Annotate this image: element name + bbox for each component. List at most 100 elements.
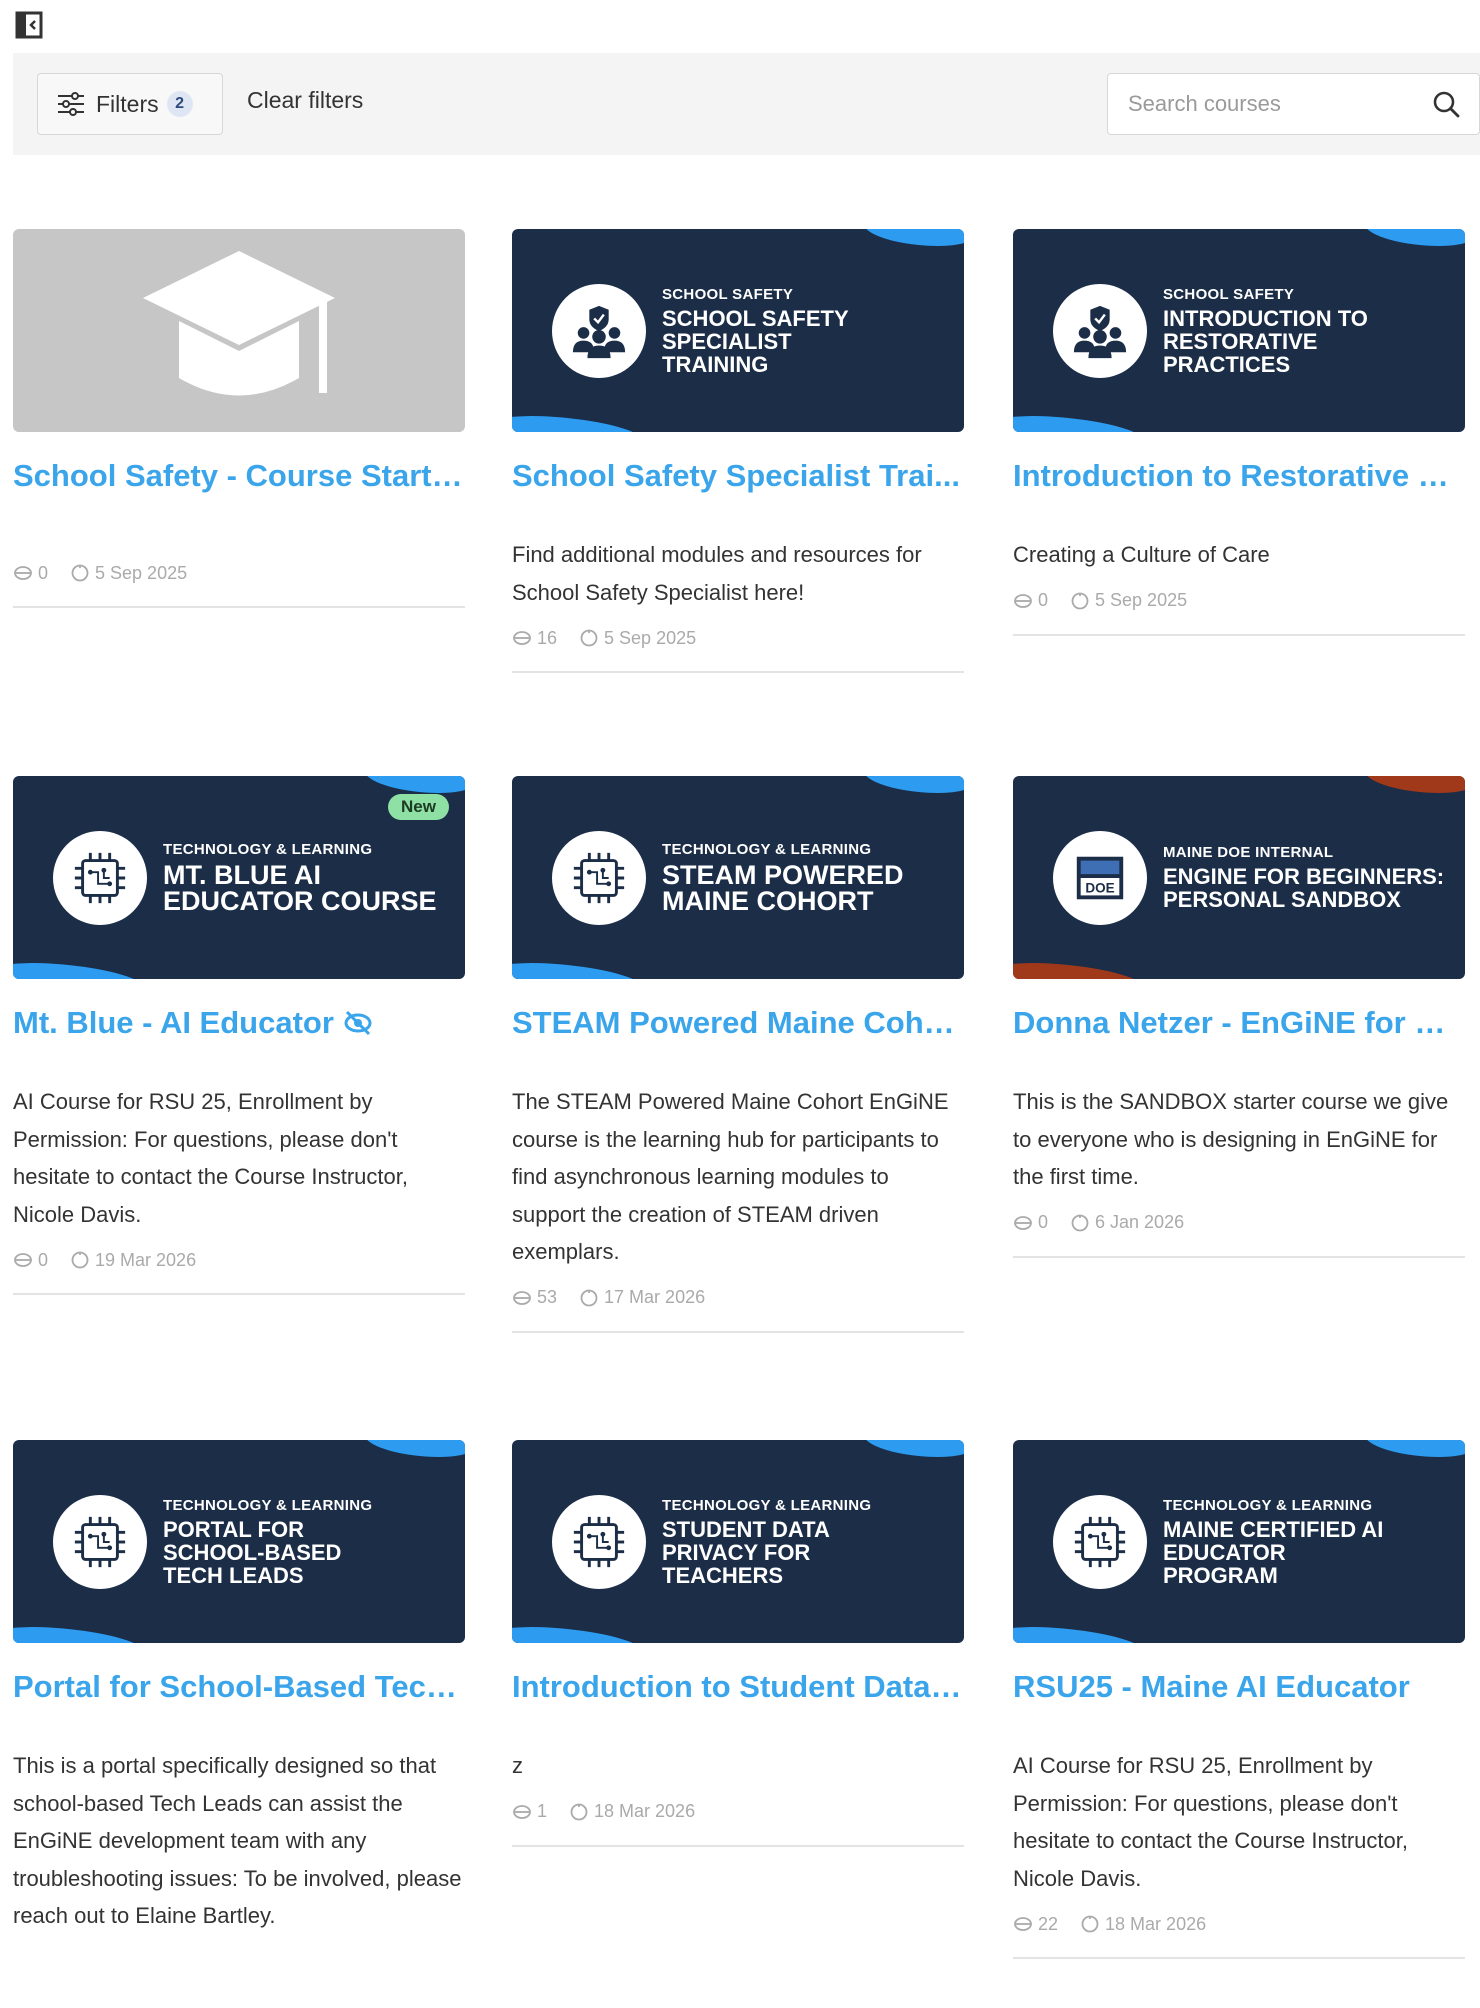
banner-heading: STUDENT DATA PRIVACY FOR TEACHERS (662, 1516, 830, 1588)
course-description: This is a portal specifically designed s… (13, 1753, 462, 1928)
course-date: 5 Sep 2025 (604, 627, 697, 648)
banner-text: TECHNOLOGY & LEARNING STUDENT DATA PRIVA… (662, 1440, 871, 1643)
banner-category: SCHOOL SAFETY (1163, 285, 1295, 303)
course-thumbnail[interactable]: SCHOOL SAFETY SCHOOL SAFETY SPECIALIST T… (512, 229, 964, 432)
date-icon (570, 1803, 588, 1820)
course-thumbnail[interactable]: TECHNOLOGY & LEARNING MAINE CERTIFIED AI… (1013, 1440, 1465, 1643)
divider (1013, 1957, 1465, 1959)
enrolled-count: 1 (537, 1801, 548, 1821)
course-title[interactable]: Mt. Blue - AI Educator (13, 1003, 465, 1043)
wave-decoration (512, 410, 644, 432)
course-meta: 53 17 Mar 2026 (512, 1285, 964, 1311)
course-date: 5 Sep 2025 (1095, 590, 1188, 610)
sliders-icon (58, 92, 84, 116)
date-icon (580, 629, 598, 647)
course-thumbnail[interactable]: TECHNOLOGY & LEARNING STEAM POWERED MAIN… (512, 776, 964, 979)
course-title-text: School Safety - Course Starte... (13, 458, 465, 493)
banner-heading: STEAM POWERED MAINE COHORT (662, 860, 904, 916)
enrolled-icon (1014, 1917, 1032, 1931)
course-title[interactable]: RSU25 - Maine AI Educator (1013, 1667, 1465, 1707)
enrolled-icon (1014, 1215, 1032, 1230)
course-card: TECHNOLOGY & LEARNING MAINE CERTIFIED AI… (1013, 1440, 1465, 1959)
course-title[interactable]: Portal for School-Based Tech... (13, 1667, 465, 1707)
course-card: DOE MAINE DOE INTERNAL ENGINE FOR BEGINN… (1013, 776, 1465, 1258)
divider (13, 606, 465, 608)
wave-decoration (1013, 1621, 1145, 1643)
banner-category: SCHOOL SAFETY (662, 285, 794, 303)
divider (13, 1293, 465, 1295)
banner-category: TECHNOLOGY & LEARNING (662, 1496, 872, 1514)
course-title[interactable]: Donna Netzer - EnGiNE for Be... (1013, 1003, 1465, 1043)
enrolled-count: 16 (537, 627, 558, 648)
course-description: Creating a Culture of Care (1013, 542, 1270, 567)
svg-text:DOE: DOE (1085, 880, 1114, 895)
course-meta: 0 5 Sep 2025 (13, 560, 465, 586)
banner-heading: MT. BLUE AI EDUCATOR COURSE (163, 860, 437, 916)
course-title[interactable]: School Safety Specialist Trai... (512, 456, 964, 496)
banner-heading: PORTAL FOR SCHOOL-BASED TECH LEADS (163, 1516, 342, 1588)
course-date: 19 Mar 2026 (95, 1249, 197, 1270)
course-thumbnail[interactable]: SCHOOL SAFETY INTRODUCTION TO RESTORATIV… (1013, 229, 1465, 432)
course-description: The STEAM Powered Maine Cohort EnGiNE co… (512, 1089, 949, 1264)
sidebar-toggle-icon[interactable] (14, 10, 44, 40)
people-shield-icon (552, 283, 646, 378)
course-thumbnail[interactable]: DOE MAINE DOE INTERNAL ENGINE FOR BEGINN… (1013, 776, 1465, 979)
wave-decoration (862, 1440, 964, 1462)
banner-heading: INTRODUCTION TO RESTORATIVE PRACTICES (1163, 305, 1368, 377)
search-icon[interactable] (1431, 89, 1461, 119)
course-date: 17 Mar 2026 (604, 1287, 706, 1307)
course-meta: 0 6 Jan 2026 (1013, 1210, 1465, 1236)
filters-button[interactable]: Filters 2 (37, 73, 223, 135)
course-meta: 22 18 Mar 2026 (1013, 1911, 1465, 1937)
course-description: AI Course for RSU 25, Enrollment by Perm… (13, 1089, 408, 1227)
banner-text: SCHOOL SAFETY SCHOOL SAFETY SPECIALIST T… (662, 229, 849, 432)
divider (1013, 1255, 1465, 1258)
clear-filters-link[interactable]: Clear filters (247, 87, 363, 114)
wave-decoration (512, 1621, 644, 1643)
course-card: SCHOOL SAFETY SCHOOL SAFETY SPECIALIST T… (512, 229, 964, 673)
course-title-text: Introduction to Restorative Pr... (1013, 458, 1465, 493)
wave-decoration (1363, 229, 1465, 251)
course-title[interactable]: STEAM Powered Maine Cohort (512, 1003, 964, 1043)
enrolled-icon (14, 1253, 32, 1267)
search-input[interactable] (1108, 74, 1408, 134)
course-description: This is the SANDBOX starter course we gi… (1013, 1089, 1449, 1189)
wave-decoration (13, 1621, 145, 1643)
enrolled-count: 0 (1038, 1212, 1049, 1232)
date-icon (580, 1289, 598, 1306)
course-title[interactable]: Introduction to Student Data ... (512, 1667, 964, 1707)
course-thumbnail[interactable]: TECHNOLOGY & LEARNING STUDENT DATA PRIVA… (512, 1440, 964, 1643)
banner-text: MAINE DOE INTERNAL ENGINE FOR BEGINNERS:… (1163, 776, 1444, 979)
course-title[interactable]: School Safety - Course Starte... (13, 456, 465, 496)
date-icon (71, 1251, 89, 1269)
divider (512, 1330, 964, 1333)
divider (512, 1844, 964, 1847)
course-title-text: Mt. Blue - AI Educator (13, 1005, 334, 1040)
wave-decoration (1013, 410, 1145, 432)
course-thumbnail[interactable] (13, 229, 465, 432)
enrolled-icon (513, 1290, 531, 1305)
course-thumbnail[interactable]: TECHNOLOGY & LEARNING MT. BLUE AI EDUCAT… (13, 776, 465, 979)
course-meta: 0 19 Mar 2026 (13, 1247, 465, 1273)
date-icon (1071, 1214, 1089, 1231)
chip-icon (1053, 1494, 1147, 1589)
course-description: Find additional modules and resources fo… (512, 542, 922, 605)
wave-decoration (363, 1440, 465, 1462)
banner-text: SCHOOL SAFETY INTRODUCTION TO RESTORATIV… (1163, 229, 1368, 432)
course-title-text: RSU25 - Maine AI Educator (1013, 1669, 1410, 1704)
course-card: TECHNOLOGY & LEARNING STEAM POWERED MAIN… (512, 776, 964, 1333)
enrolled-count: 53 (537, 1287, 558, 1307)
course-card: School Safety - Course Starte... 0 5 Sep… (13, 229, 465, 608)
wave-decoration (1013, 957, 1145, 979)
chip-icon (552, 830, 646, 925)
banner-heading: MAINE CERTIFIED AI EDUCATOR PROGRAM (1163, 1516, 1384, 1588)
enrolled-count: 0 (38, 562, 49, 583)
banner-category: MAINE DOE INTERNAL (1163, 844, 1334, 861)
course-card: TECHNOLOGY & LEARNING PORTAL FOR SCHOOL-… (13, 1440, 465, 1935)
course-title[interactable]: Introduction to Restorative Pr... (1013, 456, 1465, 496)
course-description: AI Course for RSU 25, Enrollment by Perm… (1013, 1753, 1408, 1891)
banner-text: TECHNOLOGY & LEARNING MAINE CERTIFIED AI… (1163, 1440, 1383, 1643)
filter-toolbar: Filters 2 Clear filters (13, 53, 1480, 155)
course-thumbnail[interactable]: TECHNOLOGY & LEARNING PORTAL FOR SCHOOL-… (13, 1440, 465, 1643)
course-date: 18 Mar 2026 (594, 1801, 696, 1821)
